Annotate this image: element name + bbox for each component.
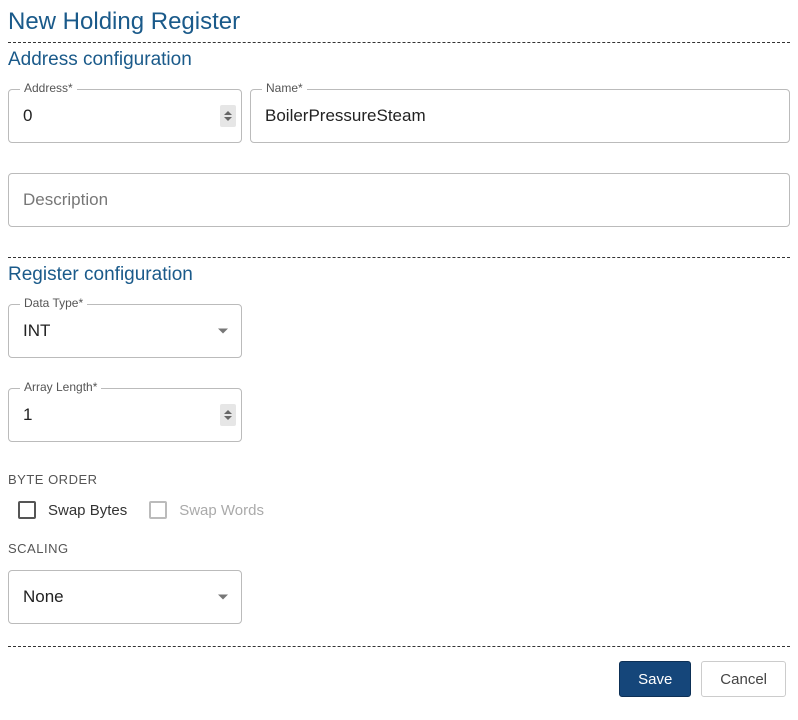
register-config-section: Register configuration Data Type* INT Ar…: [8, 264, 790, 624]
address-field-wrap: Address*: [8, 89, 242, 143]
array-length-field-wrap: Array Length*: [8, 388, 242, 442]
name-input[interactable]: [250, 89, 790, 143]
swap-bytes-label: Swap Bytes: [48, 502, 127, 519]
swap-bytes-checkbox[interactable]: [18, 501, 36, 519]
byte-order-title: BYTE ORDER: [8, 472, 790, 487]
swap-words-checkbox: [149, 501, 167, 519]
data-type-value: INT: [23, 321, 50, 341]
name-field-wrap: Name*: [250, 89, 790, 143]
address-label: Address*: [20, 81, 77, 95]
chevron-down-icon: [224, 117, 232, 121]
chevron-up-icon: [224, 111, 232, 115]
caret-down-icon: [218, 595, 228, 600]
scaling-value: None: [23, 587, 64, 607]
address-section-title: Address configuration: [8, 49, 790, 71]
chevron-down-icon: [224, 416, 232, 420]
array-length-input[interactable]: [8, 388, 242, 442]
data-type-field-wrap: Data Type* INT: [8, 304, 242, 358]
scaling-select[interactable]: None: [8, 570, 242, 624]
divider: [8, 646, 790, 647]
data-type-select[interactable]: INT: [8, 304, 242, 358]
register-section-title: Register configuration: [8, 264, 790, 286]
page-title: New Holding Register: [8, 8, 790, 36]
chevron-up-icon: [224, 410, 232, 414]
array-length-spinner[interactable]: [220, 404, 236, 426]
description-input[interactable]: [8, 173, 790, 227]
address-config-section: Address configuration Address* Name*: [8, 49, 790, 227]
address-spinner[interactable]: [220, 105, 236, 127]
address-input[interactable]: [8, 89, 242, 143]
scaling-field-wrap: None: [8, 570, 242, 624]
name-label: Name*: [262, 81, 307, 95]
caret-down-icon: [218, 329, 228, 334]
array-length-label: Array Length*: [20, 380, 101, 394]
description-field-wrap: [8, 173, 790, 227]
save-button[interactable]: Save: [619, 661, 691, 697]
cancel-button[interactable]: Cancel: [701, 661, 786, 697]
footer: Save Cancel: [8, 661, 790, 697]
divider: [8, 42, 790, 43]
divider: [8, 257, 790, 258]
swap-words-label: Swap Words: [179, 502, 264, 519]
data-type-label: Data Type*: [20, 296, 87, 310]
scaling-title: SCALING: [8, 541, 790, 556]
swap-words-item: Swap Words: [149, 501, 264, 519]
swap-bytes-item: Swap Bytes: [18, 501, 127, 519]
